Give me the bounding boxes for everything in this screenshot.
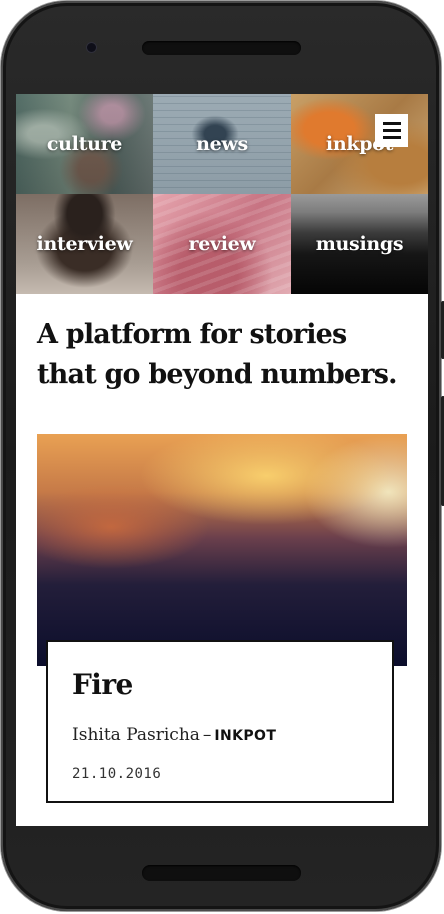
tile-label: interview: [36, 233, 133, 255]
story-category-link[interactable]: INKPOT: [214, 728, 276, 744]
story-author: Ishita Pasricha: [72, 725, 200, 745]
byline-separator: –: [202, 725, 212, 745]
earpiece-speaker: [142, 41, 301, 55]
category-grid: culture news inkpot interview review mus…: [16, 94, 428, 294]
hamburger-menu-icon: [382, 136, 401, 139]
app-screen: culture news inkpot interview review mus…: [16, 94, 428, 826]
page-tagline: A platform for stories that go beyond nu…: [37, 319, 398, 390]
tile-culture[interactable]: culture: [16, 94, 153, 194]
hamburger-menu-icon: [382, 129, 401, 132]
hamburger-menu-icon: [382, 122, 401, 125]
bottom-speaker: [142, 865, 301, 881]
featured-story-card[interactable]: Fire Ishita Pasricha – INKPOT 21.10.2016: [46, 640, 394, 803]
story-byline: Ishita Pasricha – INKPOT: [72, 725, 276, 745]
tile-news[interactable]: news: [153, 94, 291, 194]
story-title[interactable]: Fire: [72, 668, 133, 701]
tile-interview[interactable]: interview: [16, 194, 153, 294]
featured-image[interactable]: [37, 434, 407, 666]
tile-label: culture: [46, 133, 123, 155]
tile-musings[interactable]: musings: [291, 194, 428, 294]
menu-button[interactable]: [375, 114, 408, 147]
tile-review[interactable]: review: [153, 194, 291, 294]
tile-label: news: [196, 133, 248, 155]
tile-label: musings: [315, 233, 404, 255]
story-date: 21.10.2016: [72, 766, 162, 782]
tile-label: review: [188, 233, 256, 255]
front-camera: [87, 43, 96, 52]
